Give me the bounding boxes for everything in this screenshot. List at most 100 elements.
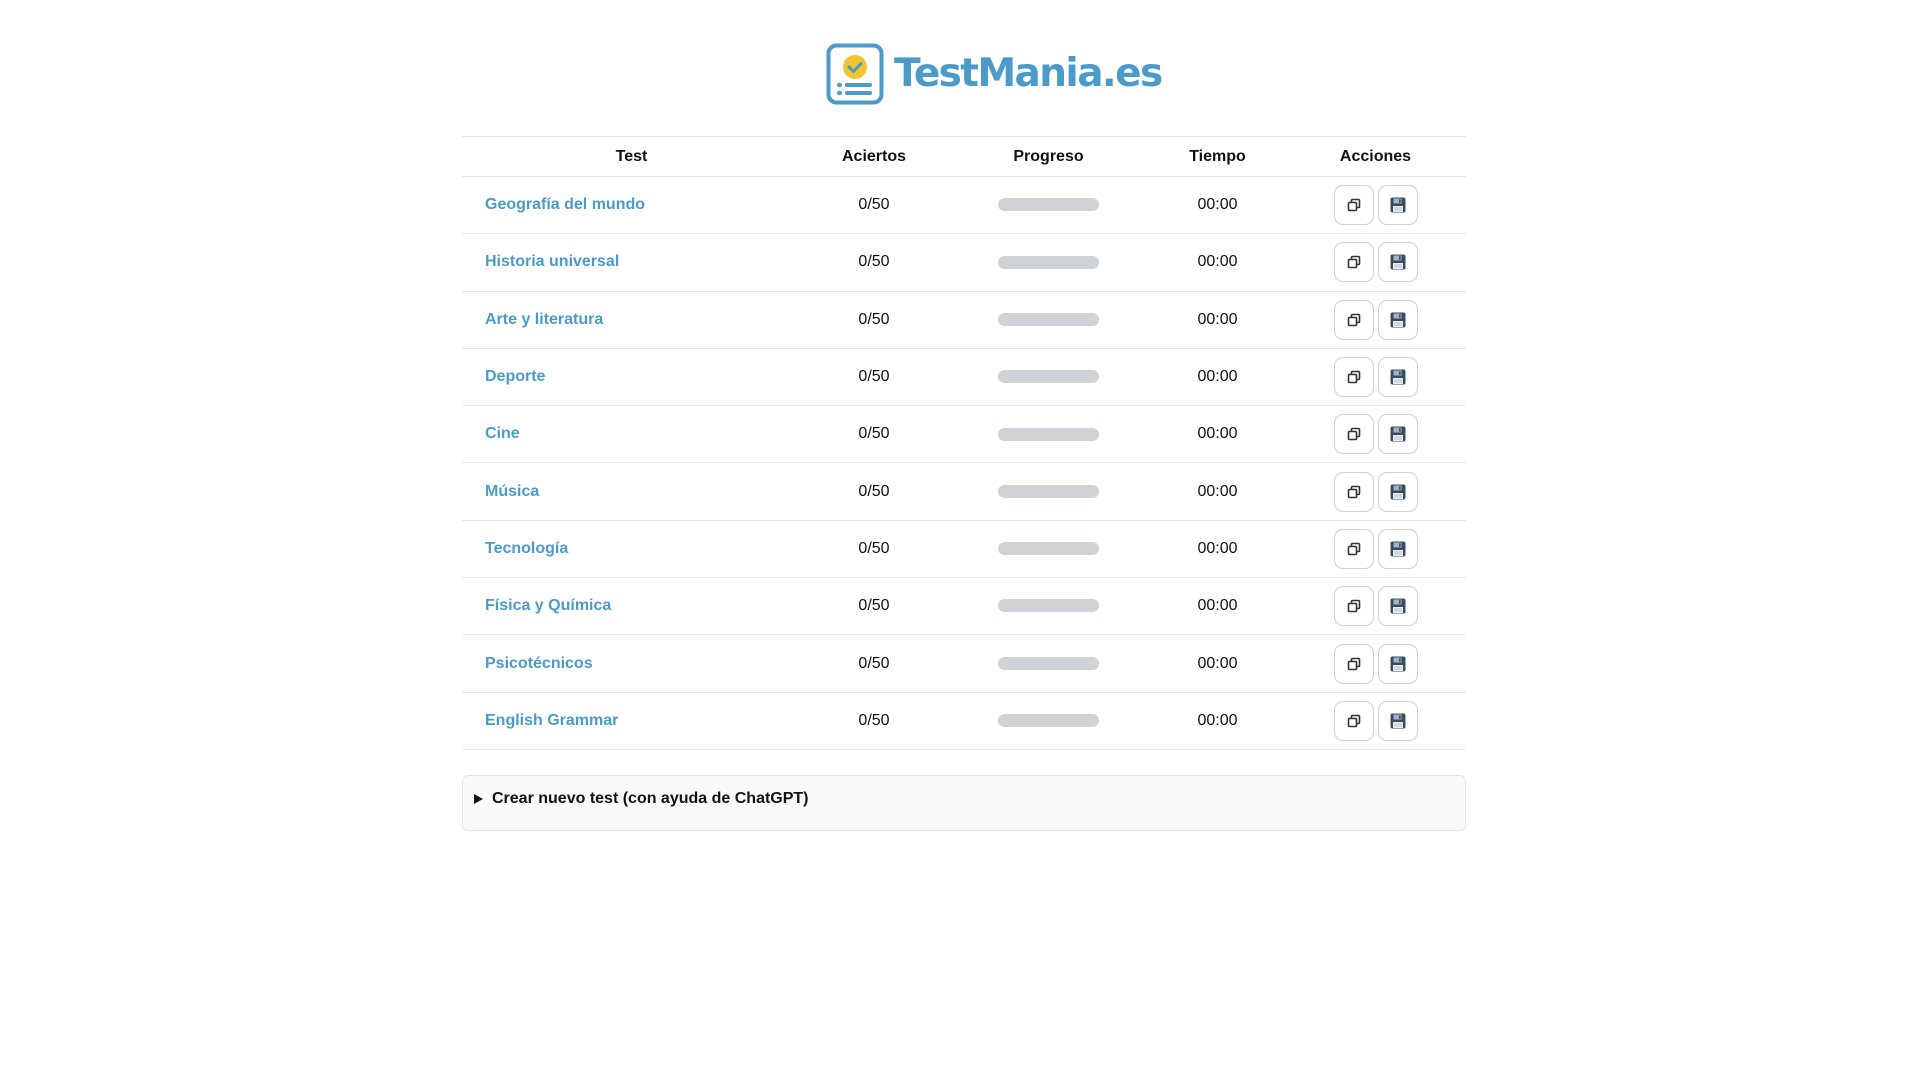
save-button[interactable]	[1377, 185, 1418, 226]
test-name-cell: English Grammar	[462, 692, 801, 749]
header-tiempo: Tiempo	[1189, 147, 1246, 165]
copy-button[interactable]	[1333, 414, 1374, 455]
table-row: Psicotécnicos 0/50 00:00	[462, 635, 1466, 693]
create-test-label: Crear nuevo test (con ayuda de ChatGPT)	[492, 790, 809, 807]
save-button[interactable]	[1377, 299, 1418, 340]
test-name-cell: Psicotécnicos	[462, 635, 801, 692]
test-link[interactable]: Tecnología	[485, 540, 568, 557]
time-cell: 00:00	[1197, 310, 1238, 328]
progress-cell	[947, 406, 1150, 463]
test-link[interactable]: Arte y literatura	[485, 311, 603, 328]
progress-bar	[998, 427, 1099, 441]
actions-cell	[1285, 234, 1466, 291]
progress-cell	[947, 635, 1150, 692]
brand-name: TestMania.es	[894, 51, 1163, 96]
floppy-disk-icon	[1389, 540, 1407, 558]
time-cell: 00:00	[1197, 425, 1238, 443]
score-cell: 0/50	[858, 597, 890, 615]
copy-button[interactable]	[1333, 586, 1374, 627]
test-link[interactable]: Música	[485, 483, 539, 500]
score-cell: 0/50	[858, 253, 890, 271]
copy-icon	[1347, 370, 1361, 384]
progress-cell	[947, 177, 1150, 234]
save-button[interactable]	[1377, 700, 1418, 741]
floppy-disk-icon	[1389, 597, 1407, 615]
save-button[interactable]	[1377, 414, 1418, 455]
actions-cell	[1285, 177, 1466, 234]
copy-button[interactable]	[1333, 643, 1374, 684]
actions-cell	[1285, 348, 1466, 405]
progress-bar	[998, 198, 1099, 212]
actions-cell	[1285, 406, 1466, 463]
floppy-disk-icon	[1389, 712, 1407, 730]
copy-button[interactable]	[1333, 528, 1374, 569]
test-link[interactable]: Deporte	[485, 368, 545, 385]
disclosure-triangle-icon	[474, 794, 483, 804]
copy-button[interactable]	[1333, 185, 1374, 226]
score-cell: 0/50	[858, 310, 890, 328]
test-link[interactable]: Historia universal	[485, 253, 619, 270]
test-link[interactable]: English Grammar	[485, 712, 618, 729]
test-link[interactable]: Geografía del mundo	[485, 196, 645, 213]
floppy-disk-icon	[1389, 253, 1407, 271]
floppy-disk-icon	[1389, 655, 1407, 673]
save-button[interactable]	[1377, 357, 1418, 398]
test-name-cell: Arte y literatura	[462, 291, 801, 348]
table-row: Geografía del mundo 0/50 00:00	[462, 177, 1466, 234]
time-cell: 00:00	[1197, 654, 1238, 672]
copy-icon	[1347, 255, 1361, 269]
floppy-disk-icon	[1389, 368, 1407, 386]
progress-bar	[998, 656, 1099, 670]
progress-cell	[947, 578, 1150, 635]
copy-icon	[1347, 657, 1361, 671]
test-link[interactable]: Psicotécnicos	[485, 655, 593, 672]
actions-cell	[1285, 520, 1466, 577]
test-name-cell: Música	[462, 463, 801, 520]
site-logo[interactable]: TestMania.es	[826, 43, 1163, 105]
copy-button[interactable]	[1333, 700, 1374, 741]
badge-check-icon	[826, 43, 884, 105]
tests-table: Test Aciertos Progreso Tiempo Acciones G…	[462, 136, 1466, 750]
progress-bar	[998, 599, 1099, 613]
create-test-panel: Crear nuevo test (con ayuda de ChatGPT)	[462, 775, 1466, 831]
actions-cell	[1285, 692, 1466, 749]
table-row: Música 0/50 00:00	[462, 463, 1466, 521]
progress-bar	[998, 313, 1099, 326]
progress-cell	[947, 348, 1150, 405]
table-header-row: Test Aciertos Progreso Tiempo Acciones	[462, 136, 1466, 177]
test-name-cell: Física y Química	[462, 578, 801, 635]
progress-cell	[947, 234, 1150, 291]
create-test-toggle[interactable]: Crear nuevo test (con ayuda de ChatGPT)	[474, 790, 809, 808]
table-row: Tecnología 0/50 00:00	[462, 520, 1466, 578]
copy-button[interactable]	[1333, 242, 1374, 283]
score-cell: 0/50	[858, 654, 890, 672]
save-button[interactable]	[1377, 586, 1418, 627]
copy-icon	[1347, 599, 1361, 613]
floppy-disk-icon	[1389, 196, 1407, 214]
test-link[interactable]: Cine	[485, 425, 520, 442]
floppy-disk-icon	[1389, 483, 1407, 501]
copy-icon	[1347, 198, 1361, 212]
copy-button[interactable]	[1333, 357, 1374, 398]
test-name-cell: Deporte	[462, 348, 801, 405]
time-cell: 00:00	[1197, 368, 1238, 386]
actions-cell	[1285, 578, 1466, 635]
save-button[interactable]	[1377, 471, 1418, 512]
table-row: Deporte 0/50 00:00	[462, 348, 1466, 406]
copy-button[interactable]	[1333, 471, 1374, 512]
save-button[interactable]	[1377, 242, 1418, 283]
test-link[interactable]: Física y Química	[485, 597, 611, 614]
score-cell: 0/50	[858, 482, 890, 500]
progress-cell	[947, 520, 1150, 577]
progress-bar	[998, 542, 1099, 556]
save-button[interactable]	[1377, 528, 1418, 569]
copy-icon	[1347, 427, 1361, 441]
time-cell: 00:00	[1197, 482, 1238, 500]
header-progreso: Progreso	[1013, 147, 1084, 165]
table-row: Cine 0/50 00:00	[462, 406, 1466, 463]
save-button[interactable]	[1377, 643, 1418, 684]
copy-button[interactable]	[1333, 299, 1374, 340]
score-cell: 0/50	[858, 425, 890, 443]
test-name-cell: Cine	[462, 406, 801, 463]
table-row: English Grammar 0/50 00:00	[462, 692, 1466, 750]
